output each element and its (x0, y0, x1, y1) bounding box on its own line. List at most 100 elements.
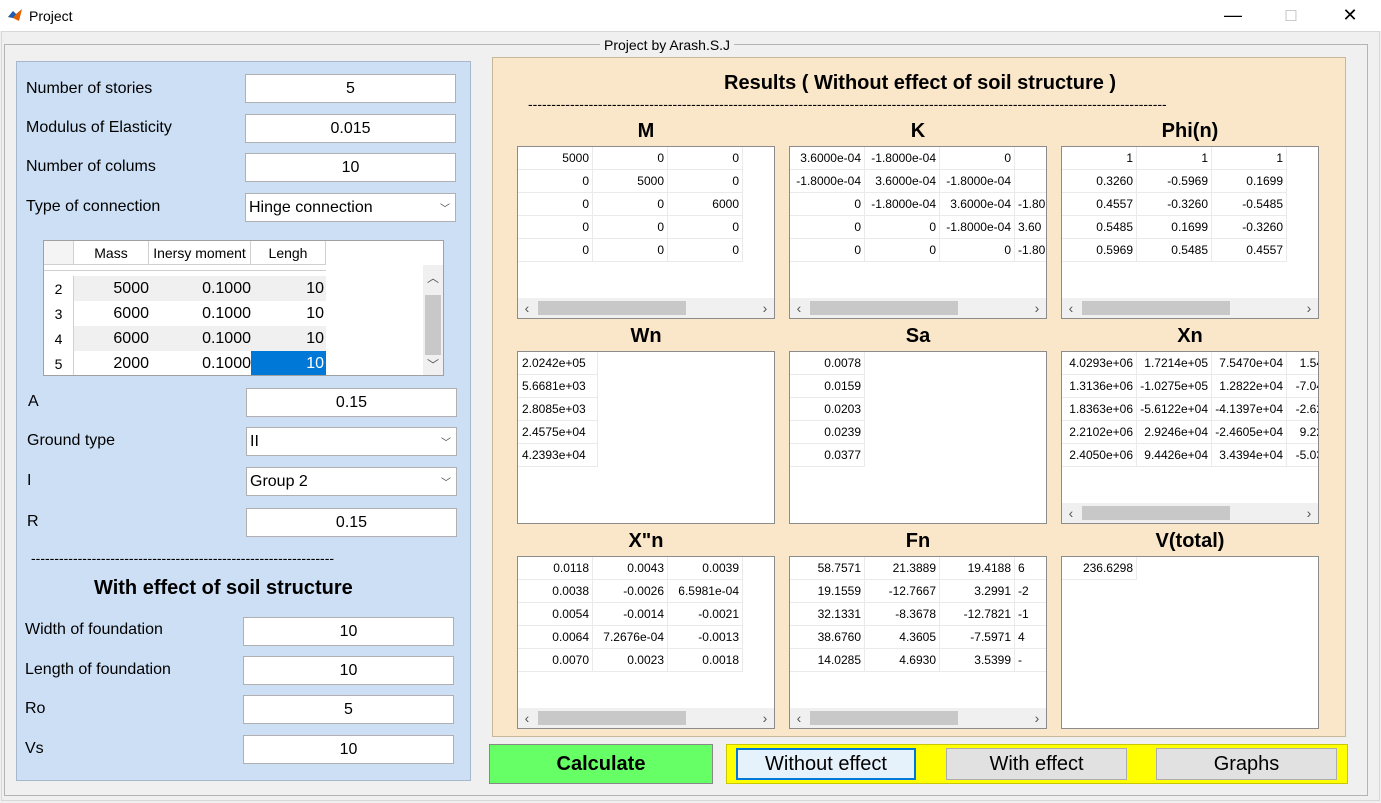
k-matrix-table[interactable]: 3.6000e-04 -1.8000e-04 0 -1.8000e-04 3.6000e… (789, 146, 1047, 319)
table-cell[interactable] (1015, 147, 1046, 170)
table-row[interactable]: 5 2000 0.1000 10 (44, 351, 326, 375)
table-cell[interactable]: 2.4575e+04 (518, 421, 598, 444)
table-cell[interactable]: 1.7214e+05 (1137, 352, 1212, 375)
vs-input[interactable]: 10 (243, 735, 454, 764)
chevron-right-icon[interactable]: › (756, 298, 774, 318)
table-cell[interactable]: -1 (1015, 603, 1046, 626)
table-row[interactable]: 4 6000 0.1000 10 (44, 326, 326, 351)
table-cell[interactable]: 2.4050e+06 (1062, 444, 1137, 467)
scroll-thumb[interactable] (1082, 301, 1230, 315)
table-cell[interactable]: 7.5470e+04 (1212, 352, 1287, 375)
horizontal-scrollbar[interactable]: ‹ › (790, 708, 1046, 728)
horizontal-scrollbar[interactable]: ‹ › (518, 298, 774, 318)
horizontal-scrollbar[interactable]: ‹ › (790, 298, 1046, 318)
table-cell[interactable]: 14.0285 (790, 649, 865, 672)
table-cell[interactable]: 0.5969 (1062, 239, 1137, 262)
horizontal-scrollbar[interactable]: ‹ › (518, 708, 774, 728)
table-cell[interactable]: 0.0038 (518, 580, 593, 603)
table-cell[interactable]: -2.4605e+04 (1212, 421, 1287, 444)
horizontal-scrollbar[interactable]: ‹ › (1062, 298, 1318, 318)
table-cell[interactable]: 7.2676e-04 (593, 626, 668, 649)
table-cell[interactable]: 0.1699 (1212, 170, 1287, 193)
table-cell[interactable]: 0.0043 (593, 557, 668, 580)
elasticity-input[interactable]: 0.015 (245, 114, 456, 143)
phi-matrix-table[interactable]: 1 1 1 0.3260 -0.5969 0.1699 0.4557 -0.3260 -0.54… (1061, 146, 1319, 319)
table-cell[interactable]: -1.8000e-04 (940, 216, 1015, 239)
table-cell[interactable]: 1 (1062, 147, 1137, 170)
table-cell[interactable]: -0.5969 (1137, 170, 1212, 193)
table-cell[interactable]: -5.03 (1287, 444, 1318, 467)
table-cell[interactable]: 2.8085e+03 (518, 398, 598, 421)
table-cell[interactable]: 9.4426e+04 (1137, 444, 1212, 467)
selected-cell[interactable]: 10 (251, 351, 326, 375)
table-cell[interactable]: -1.8000e-04 (940, 170, 1015, 193)
table-cell[interactable]: 2.9246e+04 (1137, 421, 1212, 444)
table-cell[interactable]: 0 (593, 193, 668, 216)
column-header-length[interactable]: Lengh (251, 241, 326, 265)
table-cell[interactable]: -2.62 (1287, 398, 1318, 421)
table-cell[interactable]: 9.22 (1287, 421, 1318, 444)
chevron-right-icon[interactable]: › (1300, 503, 1318, 523)
table-cell[interactable]: 0 (940, 147, 1015, 170)
table-cell[interactable]: 0.1699 (1137, 216, 1212, 239)
table-cell[interactable]: -12.7667 (865, 580, 940, 603)
minimize-button[interactable]: — (1210, 0, 1256, 31)
table-cell[interactable]: 0 (593, 239, 668, 262)
table-cell[interactable]: 0 (518, 216, 593, 239)
table-cell[interactable]: 3.6000e-04 (940, 193, 1015, 216)
table-cell[interactable]: 0 (518, 239, 593, 262)
wn-table[interactable]: 2.0242e+05 5.6681e+03 2.8085e+03 2.4575e+04… (517, 351, 775, 524)
table-cell[interactable] (1015, 170, 1046, 193)
xn-table[interactable]: 4.0293e+061.7214e+057.5470e+041.54 1.3136… (1061, 351, 1319, 524)
table-cell[interactable]: -0.0014 (593, 603, 668, 626)
table-cell[interactable]: 4.2393e+04 (518, 444, 598, 467)
table-cell[interactable]: 0.0070 (518, 649, 593, 672)
table-row[interactable]: 3 6000 0.1000 10 (44, 301, 326, 326)
table-cell[interactable]: -0.3260 (1137, 193, 1212, 216)
with-effect-button[interactable]: With effect (946, 748, 1127, 780)
table-cell[interactable]: 3.6000e-04 (790, 147, 865, 170)
table-cell[interactable]: 236.6298 (1062, 557, 1137, 580)
table-cell[interactable]: 4.3605 (865, 626, 940, 649)
scroll-thumb[interactable] (425, 295, 441, 355)
table-cell[interactable]: 1.8363e+06 (1062, 398, 1137, 421)
ground-type-select[interactable]: II ﹀ (246, 427, 457, 456)
table-cell[interactable]: 4.0293e+06 (1062, 352, 1137, 375)
m-matrix-table[interactable]: 5000 0 0 0 5000 0 0 0 6000 0 0 0 0 0 0 ‹ › (517, 146, 775, 319)
table-cell[interactable]: 1.54 (1287, 352, 1318, 375)
table-cell[interactable]: 0 (790, 239, 865, 262)
maximize-button[interactable]: ☐ (1268, 0, 1314, 31)
table-cell[interactable]: 1.2822e+04 (1212, 375, 1287, 398)
table-cell[interactable]: 0.0018 (668, 649, 743, 672)
scroll-thumb[interactable] (538, 301, 686, 315)
table-cell[interactable]: 0.0159 (790, 375, 865, 398)
table-cell[interactable]: 3.60 (1015, 216, 1046, 239)
table-cell[interactable]: 0.5485 (1137, 239, 1212, 262)
table-cell[interactable]: 0 (668, 216, 743, 239)
table-cell[interactable]: 3.4394e+04 (1212, 444, 1287, 467)
table-cell[interactable]: 0.0118 (518, 557, 593, 580)
table-cell[interactable]: 58.7571 (790, 557, 865, 580)
table-cell[interactable]: 0 (865, 216, 940, 239)
v-total-table[interactable]: 236.6298 (1061, 556, 1319, 729)
table-cell[interactable]: -4.1397e+04 (1212, 398, 1287, 421)
table-cell[interactable]: 0.0078 (790, 352, 865, 375)
ro-input[interactable]: 5 (243, 695, 454, 724)
column-header-inertia[interactable]: Inersy moment (149, 241, 251, 265)
chevron-left-icon[interactable]: ‹ (1062, 503, 1080, 523)
scroll-thumb[interactable] (810, 711, 958, 725)
table-cell[interactable]: 21.3889 (865, 557, 940, 580)
table-cell[interactable]: 2.2102e+06 (1062, 421, 1137, 444)
table-cell[interactable]: 0.0054 (518, 603, 593, 626)
chevron-left-icon[interactable]: ‹ (1062, 298, 1080, 318)
connection-select[interactable]: Hinge connection ﹀ (245, 193, 456, 222)
table-cell[interactable]: 0 (668, 239, 743, 262)
chevron-left-icon[interactable]: ‹ (518, 298, 536, 318)
close-button[interactable]: ✕ (1327, 0, 1373, 31)
scroll-thumb[interactable] (538, 711, 686, 725)
horizontal-scrollbar[interactable]: ‹ › (1062, 503, 1318, 523)
table-cell[interactable]: -2 (1015, 580, 1046, 603)
table-cell[interactable]: 0.0064 (518, 626, 593, 649)
table-cell[interactable]: 0 (518, 193, 593, 216)
table-cell[interactable]: 0.4557 (1212, 239, 1287, 262)
